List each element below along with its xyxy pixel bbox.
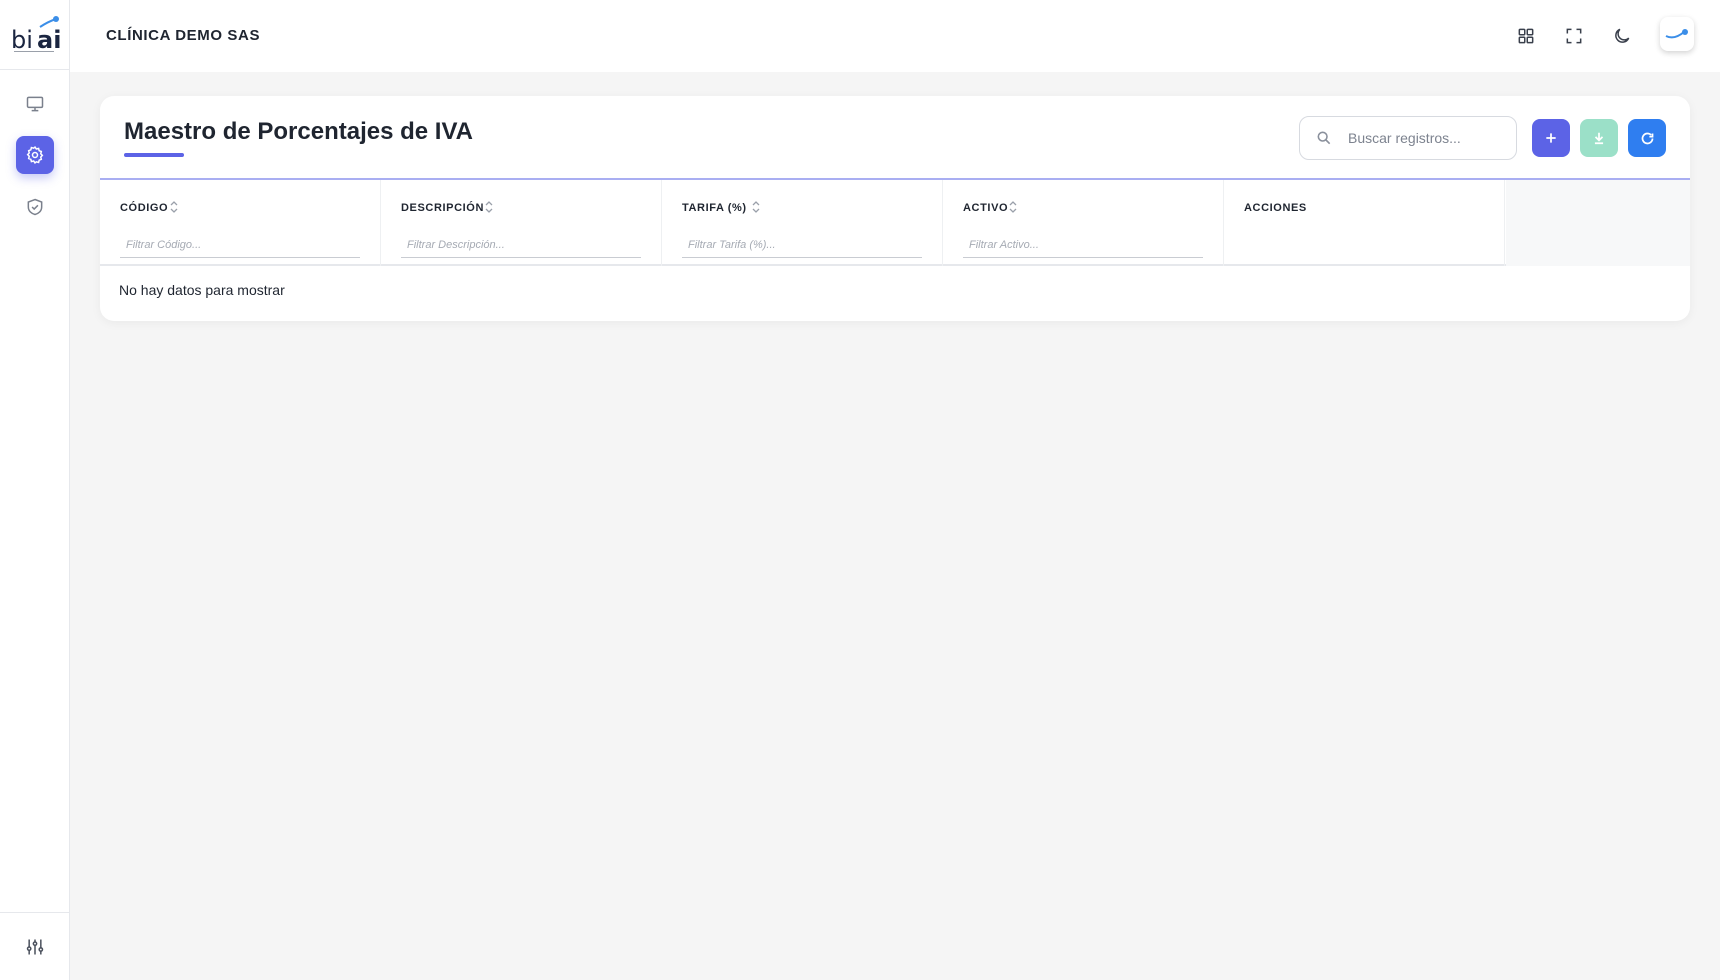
search-box — [1299, 116, 1517, 160]
filter-activo[interactable] — [963, 232, 1203, 258]
sidebar-item-settings[interactable] — [16, 136, 54, 174]
grid-icon — [1518, 28, 1534, 44]
sort-icon[interactable] — [1009, 200, 1017, 214]
title-underline — [124, 153, 184, 157]
svg-text:ai: ai — [37, 26, 60, 54]
gear-icon — [26, 145, 44, 165]
fullscreen-icon — [1566, 28, 1582, 44]
column-acciones: ACCIONES — [1224, 180, 1505, 266]
user-avatar[interactable] — [1660, 17, 1694, 51]
refresh-icon — [1641, 132, 1653, 144]
refresh-button[interactable] — [1628, 119, 1666, 157]
column-label-activo: ACTIVO — [963, 202, 1009, 214]
download-button[interactable] — [1580, 119, 1618, 157]
top-header: CLÍNICA DEMO SAS — [70, 0, 1720, 72]
biai-logo-icon: bi ai — [11, 15, 60, 54]
shield-check-icon — [27, 198, 43, 216]
sidebar: bi ai — [0, 0, 70, 980]
dark-mode-toggle[interactable] — [1606, 20, 1638, 52]
sliders-icon — [26, 939, 44, 954]
svg-text:bi: bi — [11, 26, 33, 54]
download-icon — [1594, 132, 1604, 145]
column-label-codigo: CÓDIGO — [120, 202, 169, 214]
search-icon — [1316, 129, 1334, 147]
column-codigo: CÓDIGO — [100, 180, 381, 266]
table-header-filler — [1506, 180, 1690, 266]
sort-icon[interactable] — [170, 200, 178, 214]
sidebar-settings-toggle[interactable] — [0, 912, 70, 980]
column-descripcion: DESCRIPCIÓN — [381, 180, 662, 266]
column-label-acciones: ACCIONES — [1244, 202, 1307, 214]
sidebar-item-security[interactable] — [16, 188, 54, 226]
moon-icon — [1615, 28, 1630, 43]
filter-codigo[interactable] — [120, 232, 360, 258]
page-title: Maestro de Porcentajes de IVA — [124, 118, 474, 145]
fullscreen-button[interactable] — [1558, 20, 1590, 52]
biai-logo[interactable]: bi ai — [0, 0, 70, 70]
filter-descripcion[interactable] — [401, 232, 641, 258]
iva-master-card: Maestro de Porcentajes de IVA CÓDIGO DES… — [100, 96, 1690, 321]
apps-grid-button[interactable] — [1510, 20, 1542, 52]
search-input[interactable] — [1348, 130, 1508, 146]
sort-icon[interactable] — [485, 200, 493, 214]
monitor-icon — [26, 96, 44, 112]
sort-icon[interactable] — [752, 200, 760, 214]
empty-table-message: No hay datos para mostrar — [119, 282, 285, 298]
column-activo: ACTIVO — [943, 180, 1224, 266]
plus-icon — [1546, 133, 1556, 143]
column-label-tarifa: TARIFA (%) — [682, 202, 747, 214]
column-label-descripcion: DESCRIPCIÓN — [401, 202, 484, 214]
sidebar-item-monitor[interactable] — [16, 85, 54, 123]
add-button[interactable] — [1532, 119, 1570, 157]
filter-tarifa[interactable] — [682, 232, 922, 258]
company-name: CLÍNICA DEMO SAS — [106, 27, 261, 44]
table-header: CÓDIGO DESCRIPCIÓN TARIFA (%) ACTIVO — [100, 180, 1690, 266]
column-tarifa: TARIFA (%) — [662, 180, 943, 266]
avatar-logo-icon — [1665, 29, 1688, 39]
